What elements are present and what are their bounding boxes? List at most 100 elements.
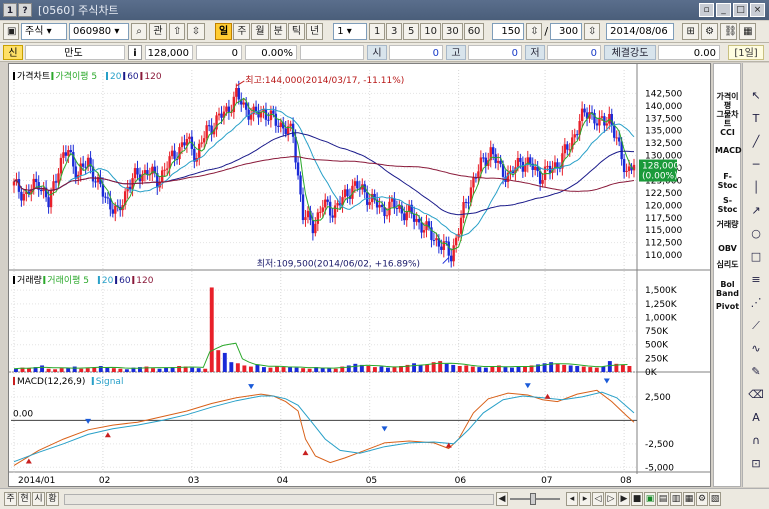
grid-icon[interactable]: ▤ [657,492,669,506]
horizontal-scrollbar[interactable] [64,494,494,505]
lock-icon[interactable]: ⊡ [747,455,765,473]
indicator-7[interactable]: OBV [715,244,740,253]
period-tab-1[interactable]: 주 [233,23,251,40]
eraser-icon[interactable]: ⌫ [747,386,765,404]
bottom-tab-2[interactable]: 현 [18,492,31,506]
indicator-2[interactable]: CCI [715,128,740,137]
vline-icon[interactable]: │ [747,179,765,197]
chart-settings-icon[interactable]: ⊞ [682,23,700,40]
period-tag[interactable]: [1일] [728,45,764,60]
close-button[interactable]: × [750,3,765,17]
restore-button[interactable]: ▫ [699,3,714,17]
link-icon[interactable]: ⛓ [720,23,738,40]
date-input[interactable]: 2014/08/06 ▾ [606,23,675,52]
window-number-icon[interactable]: 1 [3,3,17,17]
line-icon[interactable]: ╱ [747,133,765,151]
period-tab-4[interactable]: 틱 [287,23,306,40]
excel-icon[interactable]: ▣ [644,492,656,506]
period-tab-3[interactable]: 분 [269,23,287,40]
search-icon[interactable]: ⌕ [131,23,147,40]
count-input[interactable]: 150 [492,23,525,40]
save-icon[interactable]: ▦ [739,23,757,40]
bottom-tab-4[interactable]: 황 [46,492,59,506]
gear-icon[interactable]: ⚙ [701,23,719,40]
candle-body [333,205,337,218]
maximize-button[interactable]: □ [733,3,748,17]
count-spin-icon[interactable]: ⇳ [526,23,543,40]
candle-body [106,197,110,199]
info-icon[interactable]: i [128,45,142,60]
candle-body [289,123,292,127]
total-spin-icon[interactable]: ⇳ [584,23,601,40]
code-input[interactable]: 060980 ▾ [69,23,129,40]
indicator-5[interactable]: S-Stoc [715,196,740,214]
interval-button-1[interactable]: 1 [369,23,386,40]
reset-icon[interactable]: ■ [631,492,643,506]
indicator-6[interactable]: 거래량 [715,220,740,229]
candle-body [299,175,302,195]
prev-icon[interactable]: ◁ [592,492,604,506]
indicator-9[interactable]: Bol Band [715,280,740,298]
period-tab-0[interactable]: 일 [215,23,233,40]
auto-icon[interactable]: A [747,409,765,427]
pencil-icon[interactable]: ✎ [747,363,765,381]
candle-body [254,106,258,112]
circle-icon[interactable]: ○ [747,225,765,243]
zoom-slider-thumb[interactable] [530,493,536,505]
zoom-out-icon[interactable]: ◂ [566,492,578,506]
stock-chart[interactable]: 142,500140,000137,500135,000132,500130,0… [9,64,710,486]
bottom-tab-3[interactable]: 시 [32,492,45,506]
period-tab-5[interactable]: 년 [306,23,324,40]
total-input[interactable]: 300 [550,23,583,40]
print-icon[interactable]: ▥ [670,492,682,506]
period-tab-2[interactable]: 월 [251,23,269,40]
up-arrow-icon[interactable]: ⇧ [169,23,185,40]
interval-select[interactable]: 1 ▾ [333,23,368,40]
next-icon[interactable]: ▷ [605,492,617,506]
text-icon[interactable]: T [747,110,765,128]
bottom-tab-1[interactable]: 주 [4,492,17,506]
wave-icon[interactable]: ∿ [747,340,765,358]
interval-button-3[interactable]: 3 [386,23,403,40]
chart-panel[interactable]: 142,500 140,000 137,500 135,000 132,500 130,0… [8,63,711,487]
indicator-10[interactable]: Pivot [715,302,740,311]
minimize-button[interactable]: _ [716,3,731,17]
trend-icon[interactable]: ⟋ [747,317,765,335]
interval-button-5[interactable]: 5 [403,23,420,40]
price-legend-item: 가격이평 5 [55,70,97,82]
hline-icon[interactable]: ─ [747,156,765,174]
toolbar-menu-icon[interactable]: ▣ [3,23,19,40]
gann-icon[interactable]: ⋰ [747,294,765,312]
help-icon[interactable]: ? [18,3,32,17]
indicator-8[interactable]: 심리도 [715,260,740,269]
macd-zero-label: 0.00 [13,409,33,419]
candle-body [235,87,238,97]
config-icon[interactable]: ⚙ [696,492,708,506]
end-icon[interactable]: ▶ [618,492,630,506]
market-select[interactable]: 주식 ▾ [21,23,67,40]
volume-bar [510,367,514,372]
cursor-icon[interactable]: ↖ [747,87,765,105]
layout-icon[interactable]: ▧ [709,492,721,506]
spin-icon[interactable]: ⇳ [187,23,205,40]
scroll-left-icon[interactable]: ◀ [496,492,508,506]
interval-button-10[interactable]: 10 [420,23,441,40]
magnet-icon[interactable]: ∩ [747,432,765,450]
rect-icon[interactable]: □ [747,248,765,266]
indicator-1[interactable]: 그물차트 [715,110,740,128]
indicator-3[interactable]: MACD [715,146,742,155]
fibo-icon[interactable]: ≡ [747,271,765,289]
indicator-0[interactable]: 가격이평 [715,92,740,110]
candle-body [393,198,396,209]
zoom-in-icon[interactable]: ▸ [579,492,591,506]
ray-icon[interactable]: ↗ [747,202,765,220]
macd-legend-swatch [91,377,94,385]
interval-button-60[interactable]: 60 [463,23,485,40]
interval-button-30[interactable]: 30 [441,23,463,40]
candle-body [613,125,616,138]
favorite-button[interactable]: 관 [149,23,167,40]
indicator-4[interactable]: F-Stoc [715,172,740,190]
candle-body [566,144,569,150]
volume-bar [222,352,227,372]
image-icon[interactable]: ▦ [683,492,695,506]
